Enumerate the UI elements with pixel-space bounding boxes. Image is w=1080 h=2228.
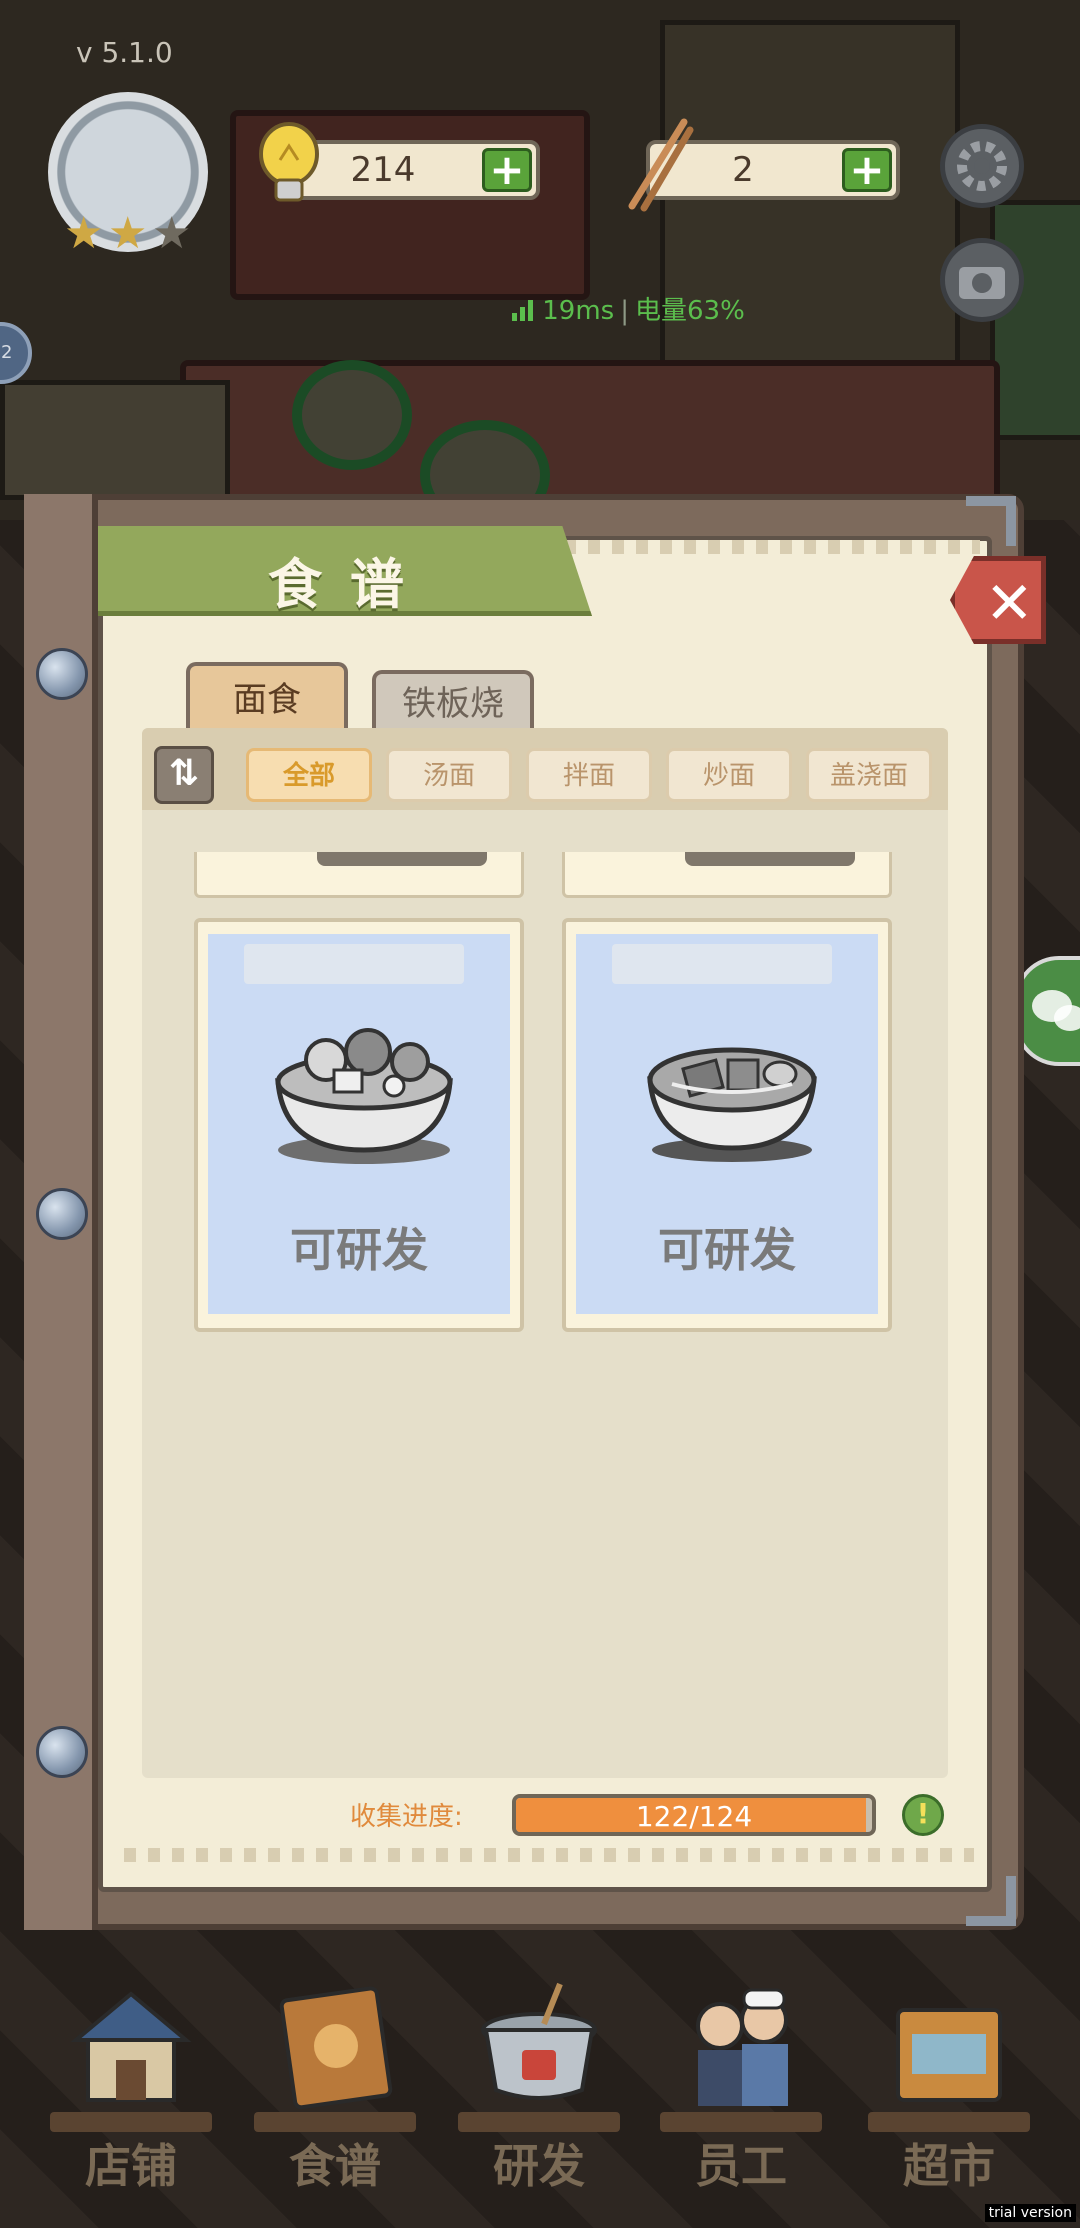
nav-recipes-label: 食谱 bbox=[289, 2139, 381, 2193]
add-chopsticks-button[interactable]: + bbox=[842, 148, 892, 192]
nav-shop[interactable]: 店铺 bbox=[46, 1980, 216, 2228]
collection-progress-bar: 122/124 bbox=[512, 1794, 876, 1836]
exclamation-icon: ! bbox=[916, 1797, 930, 1830]
trial-watermark: trial version bbox=[984, 2204, 1076, 2222]
sort-toggle-button[interactable]: ⇅ bbox=[154, 746, 214, 804]
version-label: v 5.1.0 bbox=[76, 36, 173, 69]
collection-progress-label: 收集进度: bbox=[350, 1802, 463, 1832]
signal-bars-icon bbox=[512, 300, 533, 321]
recipe-card[interactable]: 可研发 bbox=[194, 918, 524, 1332]
star-empty-icon: ★ bbox=[152, 208, 192, 259]
page-title: 食谱 bbox=[268, 553, 432, 616]
filter-mixed-noodles[interactable]: 拌面 bbox=[526, 748, 652, 802]
collection-progress-text: 122/124 bbox=[635, 1800, 753, 1833]
chopsticks-icon bbox=[628, 118, 694, 212]
recipe-name-placeholder bbox=[612, 944, 832, 984]
recipe-card-partial[interactable] bbox=[562, 852, 892, 898]
binder-ring bbox=[36, 648, 88, 700]
page-corner-clip bbox=[966, 1876, 1016, 1926]
recipe-name-placeholder bbox=[244, 944, 464, 984]
nav-research-label: 研发 bbox=[493, 2139, 585, 2193]
close-icon: ✕ bbox=[985, 569, 1034, 637]
filter-topped-noodles[interactable]: 盖浇面 bbox=[806, 748, 932, 802]
restaurant-rank-badge[interactable]: ★ ★ ★ bbox=[28, 82, 228, 272]
tab-noodles[interactable]: 面食 bbox=[186, 662, 348, 734]
collection-info-button[interactable]: ! bbox=[902, 1794, 944, 1836]
network-status: 19ms | 电量63% bbox=[512, 290, 745, 327]
market-icon bbox=[896, 2008, 1002, 2102]
nav-market[interactable]: 超市 bbox=[864, 1980, 1034, 2228]
recipe-title-ribbon: 食谱 bbox=[98, 526, 592, 616]
recipe-book-icon bbox=[279, 1986, 393, 2110]
nav-shop-label: 店铺 bbox=[85, 2139, 177, 2193]
recipe-status: 可研发 bbox=[658, 1223, 796, 1277]
cooking-pot-icon bbox=[481, 1982, 597, 2100]
star-icon: ★ bbox=[108, 208, 148, 259]
sort-toggle-icon: ⇅ bbox=[168, 753, 200, 794]
nav-market-label: 超市 bbox=[903, 2139, 995, 2193]
bottom-navigation: 店铺 食谱 研发 员工 超市 bbox=[0, 1980, 1080, 2228]
tab-teppanyaki[interactable]: 铁板烧 bbox=[372, 670, 534, 734]
noodle-bowl-icon bbox=[647, 1047, 817, 1162]
recipe-status: 可研发 bbox=[290, 1223, 428, 1277]
add-bulbs-button[interactable]: + bbox=[482, 148, 532, 192]
nav-staff-label: 员工 bbox=[695, 2139, 787, 2193]
camera-button[interactable] bbox=[940, 238, 1024, 322]
nav-research[interactable]: 研发 bbox=[454, 1980, 624, 2228]
binder-ring bbox=[36, 1188, 88, 1240]
soup-bowl-icon bbox=[275, 1028, 453, 1164]
filter-fried-noodles[interactable]: 炒面 bbox=[666, 748, 792, 802]
staff-icon bbox=[696, 1988, 788, 2106]
shop-icon bbox=[70, 1991, 192, 2102]
bulb-resource: 214 + bbox=[286, 140, 540, 200]
filter-all[interactable]: 全部 bbox=[246, 748, 372, 802]
gear-icon bbox=[957, 141, 1007, 191]
latency-text: 19ms bbox=[542, 296, 615, 326]
recipe-card[interactable]: 可研发 bbox=[562, 918, 892, 1332]
wechat-icon bbox=[1032, 990, 1080, 1031]
lightbulb-icon bbox=[259, 122, 319, 202]
battery-text: 电量63% bbox=[635, 296, 745, 326]
binder-ring bbox=[36, 1726, 88, 1778]
recipe-card-partial[interactable] bbox=[194, 852, 524, 898]
nav-staff[interactable]: 员工 bbox=[656, 1980, 826, 2228]
settings-button[interactable] bbox=[940, 124, 1024, 208]
camera-icon bbox=[959, 267, 1005, 299]
filter-soup-noodles[interactable]: 汤面 bbox=[386, 748, 512, 802]
nav-recipes[interactable]: 食谱 bbox=[250, 1980, 420, 2228]
star-icon: ★ bbox=[64, 208, 104, 259]
page-corner-clip bbox=[966, 496, 1016, 546]
